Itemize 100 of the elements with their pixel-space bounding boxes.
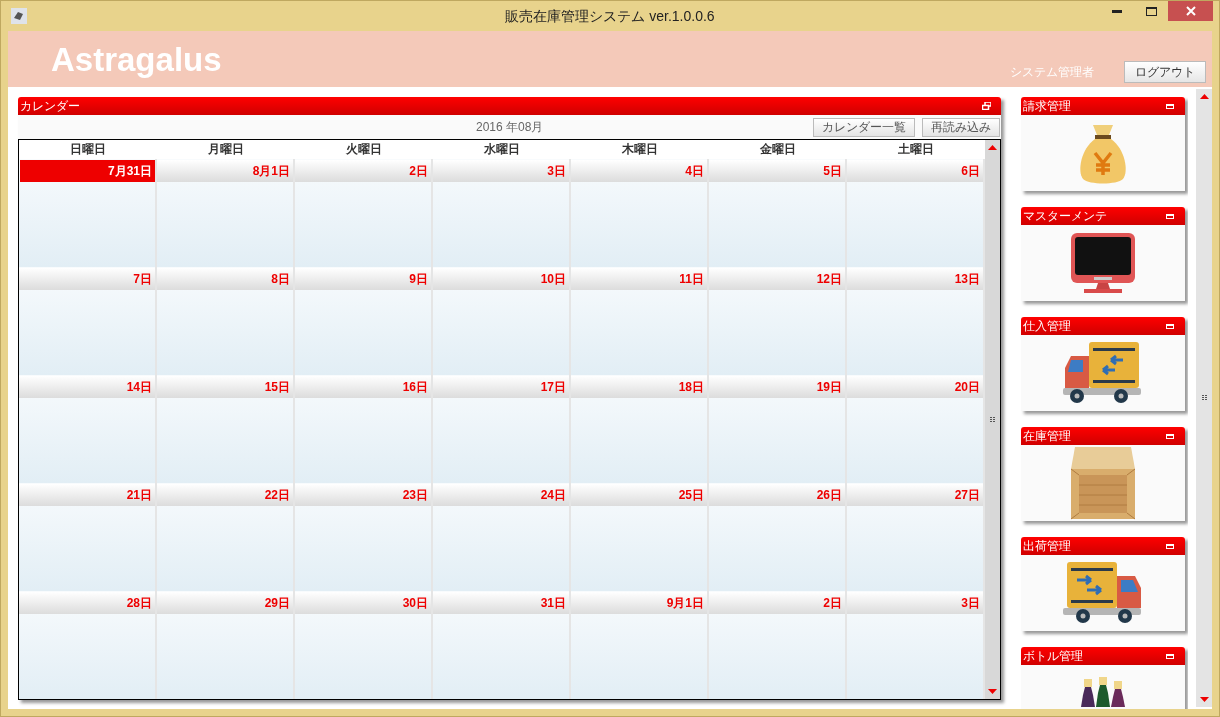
truck-icon: [1063, 342, 1143, 404]
day-cell[interactable]: 19日: [709, 375, 847, 483]
day-cell[interactable]: 22日: [157, 483, 295, 591]
date-label: 10日: [433, 268, 569, 290]
close-icon: [1185, 6, 1196, 16]
day-cell[interactable]: 13日: [847, 267, 985, 375]
day-cell[interactable]: 31日: [433, 591, 571, 699]
date-label: 30日: [295, 592, 431, 614]
day-cell[interactable]: 28日: [19, 591, 157, 699]
day-cell[interactable]: 6日: [847, 159, 985, 267]
minimize-icon[interactable]: [1166, 103, 1174, 109]
menu-card[interactable]: 請求管理: [1021, 97, 1185, 191]
close-button[interactable]: [1168, 1, 1213, 21]
day-cell[interactable]: 4日: [571, 159, 709, 267]
day-cell[interactable]: 24日: [433, 483, 571, 591]
date-label: 9日: [295, 268, 431, 290]
day-cell[interactable]: 25日: [571, 483, 709, 591]
date-label: 14日: [19, 376, 155, 398]
day-cell[interactable]: 3日: [433, 159, 571, 267]
restore-icon[interactable]: [982, 102, 991, 110]
weekday-header: 日曜日: [69, 141, 107, 158]
menu-card[interactable]: 出荷管理: [1021, 537, 1185, 631]
day-cell[interactable]: 2日: [709, 591, 847, 699]
date-label: 3日: [847, 592, 983, 614]
weekday-header: 金曜日: [759, 141, 797, 158]
maximize-icon: [1145, 6, 1157, 16]
day-cell[interactable]: 14日: [19, 375, 157, 483]
date-label: 27日: [847, 484, 983, 506]
weekday-header: 土曜日: [897, 141, 935, 158]
weekday-header: 火曜日: [345, 141, 383, 158]
day-cell[interactable]: 26日: [709, 483, 847, 591]
minimize-icon[interactable]: [1166, 543, 1174, 549]
day-cell[interactable]: 27日: [847, 483, 985, 591]
day-cell[interactable]: 10日: [433, 267, 571, 375]
minimize-icon[interactable]: [1166, 213, 1174, 219]
date-label: 29日: [157, 592, 293, 614]
app-icon: [11, 8, 27, 24]
date-label: 25日: [571, 484, 707, 506]
day-cell[interactable]: 2日: [295, 159, 433, 267]
menu-card[interactable]: ボトル管理: [1021, 647, 1185, 709]
day-cell[interactable]: 30日: [295, 591, 433, 699]
toolbar-button[interactable]: カレンダー一覧: [813, 117, 915, 137]
window-title: 販売在庫管理システム ver.1.0.0.6: [505, 6, 715, 26]
minimize-icon[interactable]: [1166, 433, 1174, 439]
logo-text: Astragalus: [51, 43, 222, 76]
date-label: 15日: [157, 376, 293, 398]
day-cell[interactable]: 17日: [433, 375, 571, 483]
weekday-header: 月曜日: [207, 141, 245, 158]
scroll-up-icon[interactable]: [1199, 94, 1209, 99]
scroll-down-icon[interactable]: [988, 689, 997, 694]
monitor-icon: [1070, 232, 1136, 294]
day-cell[interactable]: 20日: [847, 375, 985, 483]
logout-button[interactable]: ログアウト: [1124, 61, 1206, 83]
day-cell[interactable]: 11日: [571, 267, 709, 375]
minimize-icon[interactable]: [1166, 323, 1174, 329]
menu-card[interactable]: 在庫管理: [1021, 427, 1185, 521]
date-label: 3日: [433, 160, 569, 182]
day-cell[interactable]: 18日: [571, 375, 709, 483]
date-label: 4日: [571, 160, 707, 182]
toolbar-button[interactable]: 再読み込み: [922, 117, 1000, 137]
date-label: 6日: [847, 160, 983, 182]
weekday-header: 水曜日: [483, 141, 521, 158]
day-cell[interactable]: 23日: [295, 483, 433, 591]
scroll-down-icon[interactable]: [1199, 697, 1209, 702]
date-label: 2日: [709, 592, 845, 614]
minimize-icon[interactable]: [1166, 653, 1174, 659]
date-label: 21日: [19, 484, 155, 506]
day-cell[interactable]: 12日: [709, 267, 847, 375]
day-cell[interactable]: 21日: [19, 483, 157, 591]
panel-title: カレンダー: [20, 100, 80, 112]
day-cell[interactable]: 7月31日: [19, 159, 157, 267]
day-cell[interactable]: 7日: [19, 267, 157, 375]
card-title: 仕入管理: [1023, 320, 1071, 332]
truck-icon: [1063, 562, 1143, 624]
date-label: 19日: [709, 376, 845, 398]
date-label: 16日: [295, 376, 431, 398]
grip-icon: [1201, 395, 1207, 401]
date-label: 9月1日: [571, 592, 707, 614]
day-cell[interactable]: 29日: [157, 591, 295, 699]
scroll-up-icon[interactable]: [988, 145, 997, 150]
date-label: 24日: [433, 484, 569, 506]
card-title: 出荷管理: [1023, 540, 1071, 552]
day-cell[interactable]: 16日: [295, 375, 433, 483]
date-label: 18日: [571, 376, 707, 398]
day-cell[interactable]: 5日: [709, 159, 847, 267]
day-cell[interactable]: 8日: [157, 267, 295, 375]
date-label: 8日: [157, 268, 293, 290]
day-cell[interactable]: 15日: [157, 375, 295, 483]
day-cell[interactable]: 9月1日: [571, 591, 709, 699]
scrollbar[interactable]: [1196, 89, 1212, 707]
date-label: 7日: [19, 268, 155, 290]
day-cell[interactable]: 8月1日: [157, 159, 295, 267]
day-cell[interactable]: 9日: [295, 267, 433, 375]
scrollbar[interactable]: [985, 140, 1000, 699]
menu-card[interactable]: マスターメンテ: [1021, 207, 1185, 301]
menu-card[interactable]: 仕入管理: [1021, 317, 1185, 411]
weekday-header: 木曜日: [621, 141, 659, 158]
day-cell[interactable]: 3日: [847, 591, 985, 699]
month-label: 2016 年08月: [476, 119, 544, 136]
date-label: 13日: [847, 268, 983, 290]
